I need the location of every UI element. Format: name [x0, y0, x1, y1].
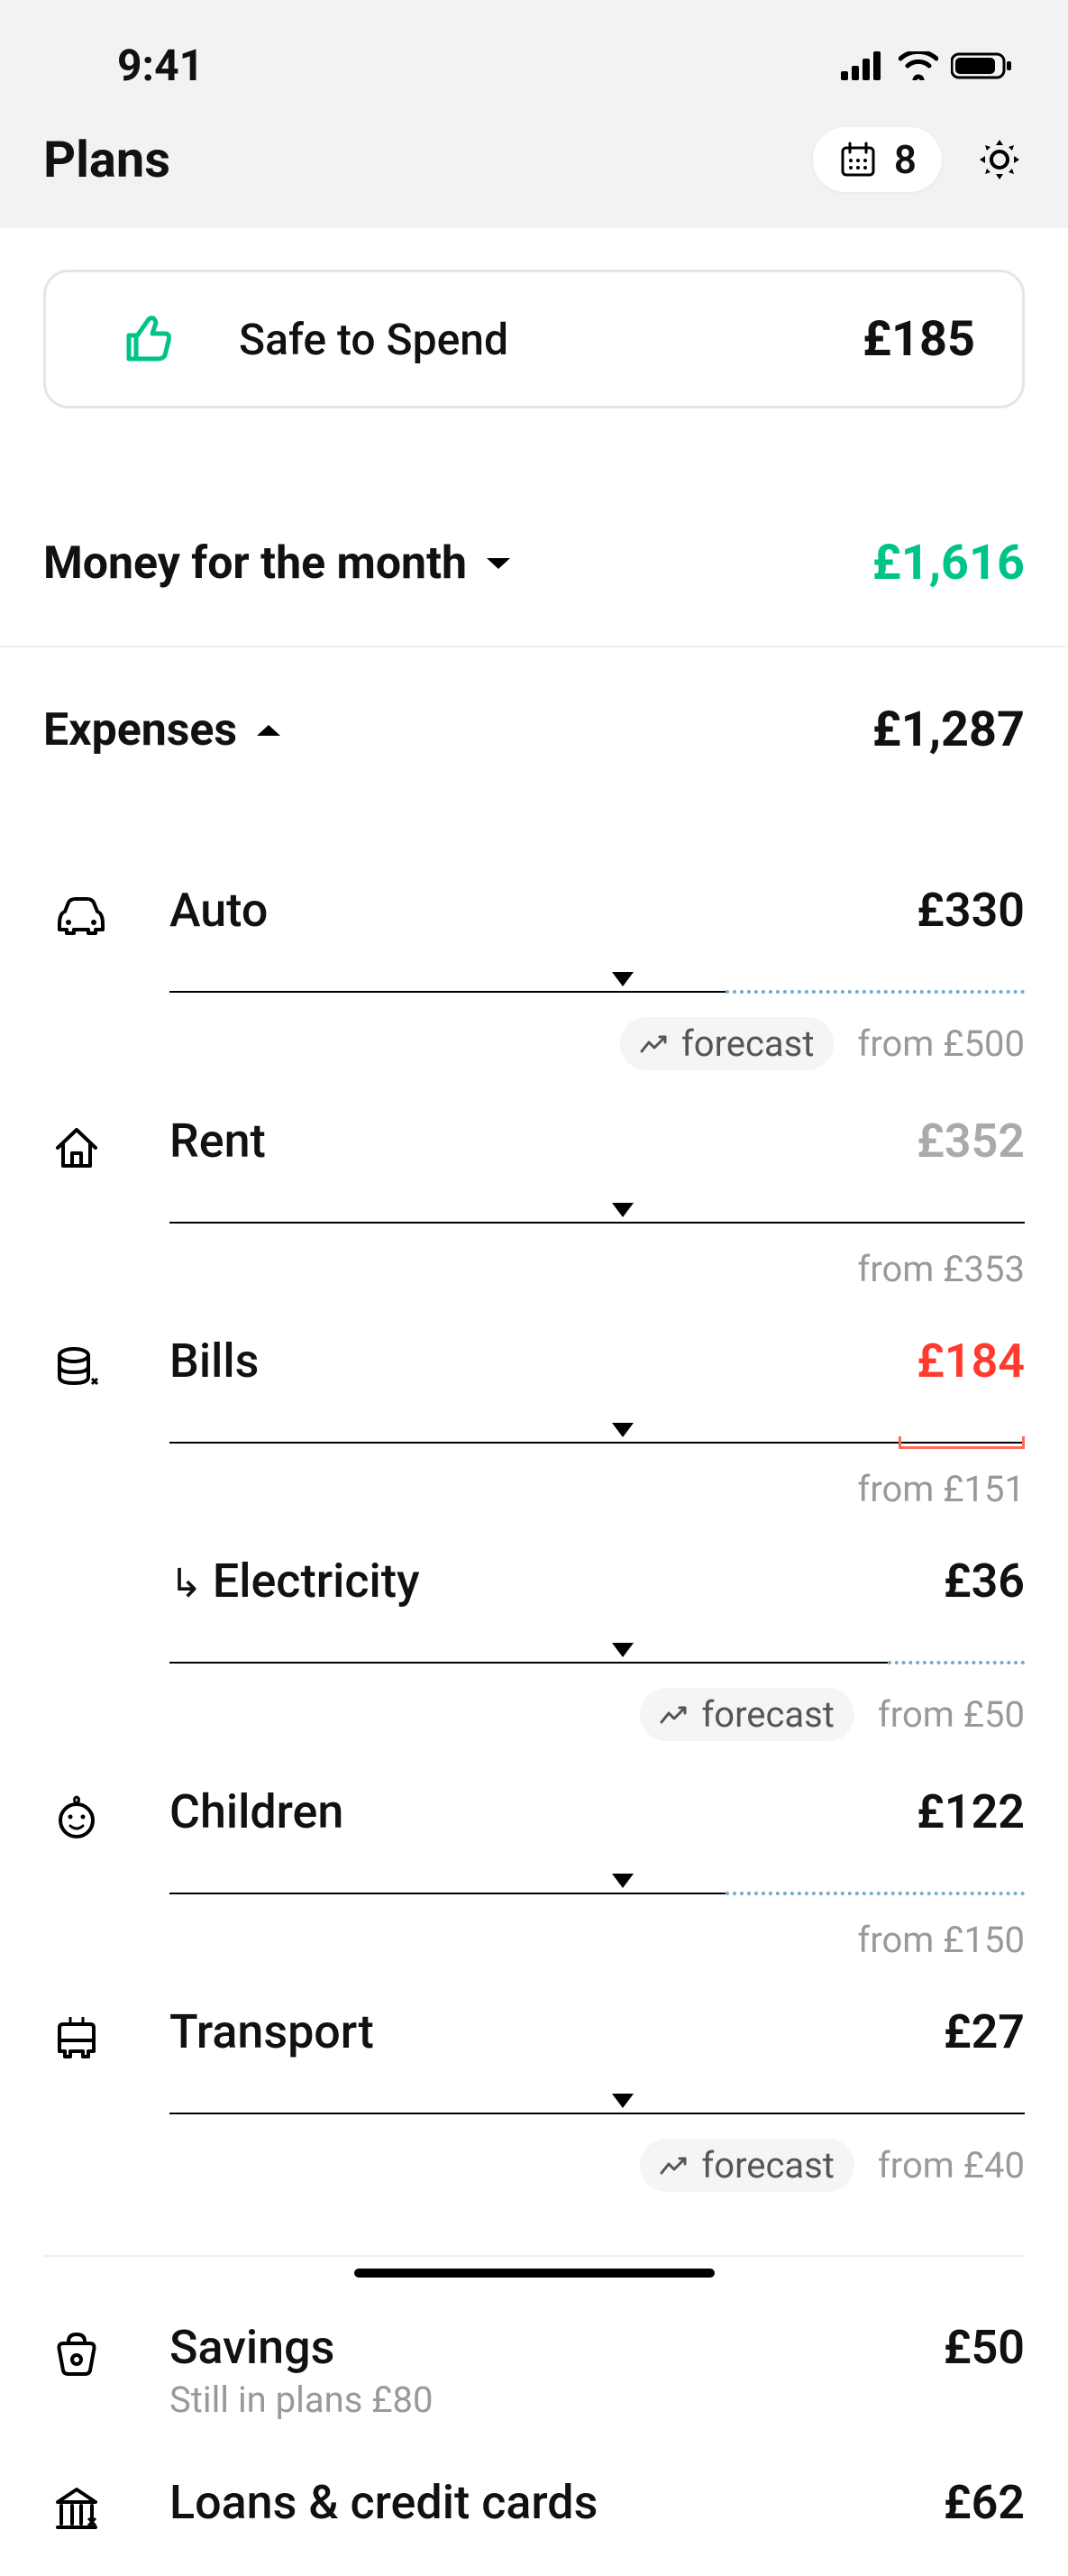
expense-name: Bills — [169, 1334, 259, 1389]
other-amount: £62 — [944, 2475, 1025, 2530]
expense-amount: £352 — [917, 1114, 1025, 1169]
safe-to-spend-label: Safe to Spend — [239, 314, 508, 365]
budget-slider[interactable] — [169, 2103, 1025, 2117]
budget-slider[interactable] — [169, 1652, 1025, 1666]
other-row-loans-credit-cards[interactable]: Loans & credit cards £62 — [43, 2421, 1025, 2535]
expense-row-children[interactable]: Children £122 from £150 — [43, 1741, 1025, 1961]
gear-icon[interactable] — [974, 134, 1025, 185]
expense-row-bills[interactable]: Bills £184 from £151 — [43, 1290, 1025, 1510]
expense-name: Transport — [169, 2004, 374, 2059]
expenses-section-header[interactable]: Expenses £1,287 — [43, 701, 1025, 758]
content-area: Safe to Spend £185 Money for the month £… — [0, 228, 1068, 2576]
safe-to-spend-amount: £185 — [863, 311, 975, 368]
top-actions: 8 — [813, 127, 1025, 192]
bank-icon — [43, 2475, 169, 2535]
status-bar: 9:41 — [0, 0, 1068, 109]
forecast-chip: forecast — [640, 2139, 854, 2192]
coins-icon — [43, 1334, 169, 1393]
status-time: 9:41 — [117, 40, 204, 91]
expense-row-rent[interactable]: Rent £352 from £353 — [43, 1070, 1025, 1290]
other-amount: £50 — [944, 2320, 1025, 2375]
other-row-savings[interactable]: Savings £50Still in plans £80 — [43, 2266, 1025, 2421]
forecast-chip: forecast — [640, 1688, 854, 1741]
from-amount: from £353 — [857, 1248, 1025, 1290]
other-note: Still in plans £80 — [169, 2379, 1025, 2421]
expense-name: Electricity — [169, 1554, 420, 1609]
expense-row-electricity[interactable]: Electricity £36 forecast from £50 — [43, 1510, 1025, 1741]
expense-amount: £122 — [917, 1784, 1025, 1839]
expense-name: Auto — [169, 883, 268, 938]
budget-slider[interactable] — [169, 1883, 1025, 1897]
safe-to-spend-card[interactable]: Safe to Spend £185 — [43, 270, 1025, 408]
expenses-section-amount: £1,287 — [872, 701, 1025, 758]
savings-icon — [43, 2320, 169, 2379]
expense-row-auto[interactable]: Auto £330 forecast from £500 — [43, 839, 1025, 1070]
status-icons — [841, 51, 1014, 80]
money-section-amount: £1,616 — [872, 535, 1025, 591]
money-section-title: Money for the month — [43, 537, 467, 590]
calendar-icon — [838, 140, 878, 179]
date-badge-value: 8 — [894, 136, 917, 183]
expense-name: Children — [169, 1784, 343, 1839]
other-section: Savings£50Still in plans £80Loans & cred… — [43, 2255, 1025, 2535]
wifi-icon — [899, 51, 938, 80]
money-section-header[interactable]: Money for the month £1,616 — [43, 535, 1025, 591]
expenses-section-title: Expenses — [43, 704, 237, 756]
from-amount: from £40 — [878, 2144, 1025, 2186]
budget-slider[interactable] — [169, 981, 1025, 995]
other-name: Loans & credit cards — [169, 2475, 598, 2530]
expense-amount: £330 — [917, 883, 1025, 938]
from-amount: from £50 — [878, 1693, 1025, 1736]
top-bar: Plans 8 — [0, 109, 1068, 228]
bus-icon — [43, 2004, 169, 2064]
divider — [0, 646, 1068, 647]
chevron-down-icon — [485, 555, 512, 573]
date-picker-button[interactable]: 8 — [813, 127, 942, 192]
forecast-chip: forecast — [620, 1017, 835, 1070]
expense-row-transport[interactable]: Transport £27 forecast from £40 — [43, 1961, 1025, 2192]
page-title: Plans — [43, 130, 170, 189]
signal-icon — [841, 51, 886, 80]
budget-slider[interactable] — [169, 1212, 1025, 1226]
from-amount: from £151 — [857, 1468, 1025, 1510]
home-icon — [43, 1114, 169, 1173]
battery-icon — [951, 51, 1014, 80]
from-amount: from £500 — [857, 1022, 1025, 1065]
car-icon — [43, 883, 169, 944]
chevron-up-icon — [255, 721, 282, 739]
child-icon — [43, 1784, 169, 1844]
expense-list: Auto £330 forecast from £500 Rent £352 from £3… — [43, 839, 1025, 2192]
from-amount: from £150 — [857, 1919, 1025, 1961]
other-name: Savings — [169, 2320, 334, 2375]
expense-amount: £36 — [944, 1554, 1025, 1609]
expense-name: Rent — [169, 1114, 266, 1169]
expense-amount: £184 — [917, 1334, 1025, 1389]
budget-slider[interactable] — [169, 1432, 1025, 1446]
expense-amount: £27 — [944, 2004, 1025, 2059]
thumbs-up-icon — [118, 310, 176, 368]
home-indicator — [354, 2269, 715, 2278]
